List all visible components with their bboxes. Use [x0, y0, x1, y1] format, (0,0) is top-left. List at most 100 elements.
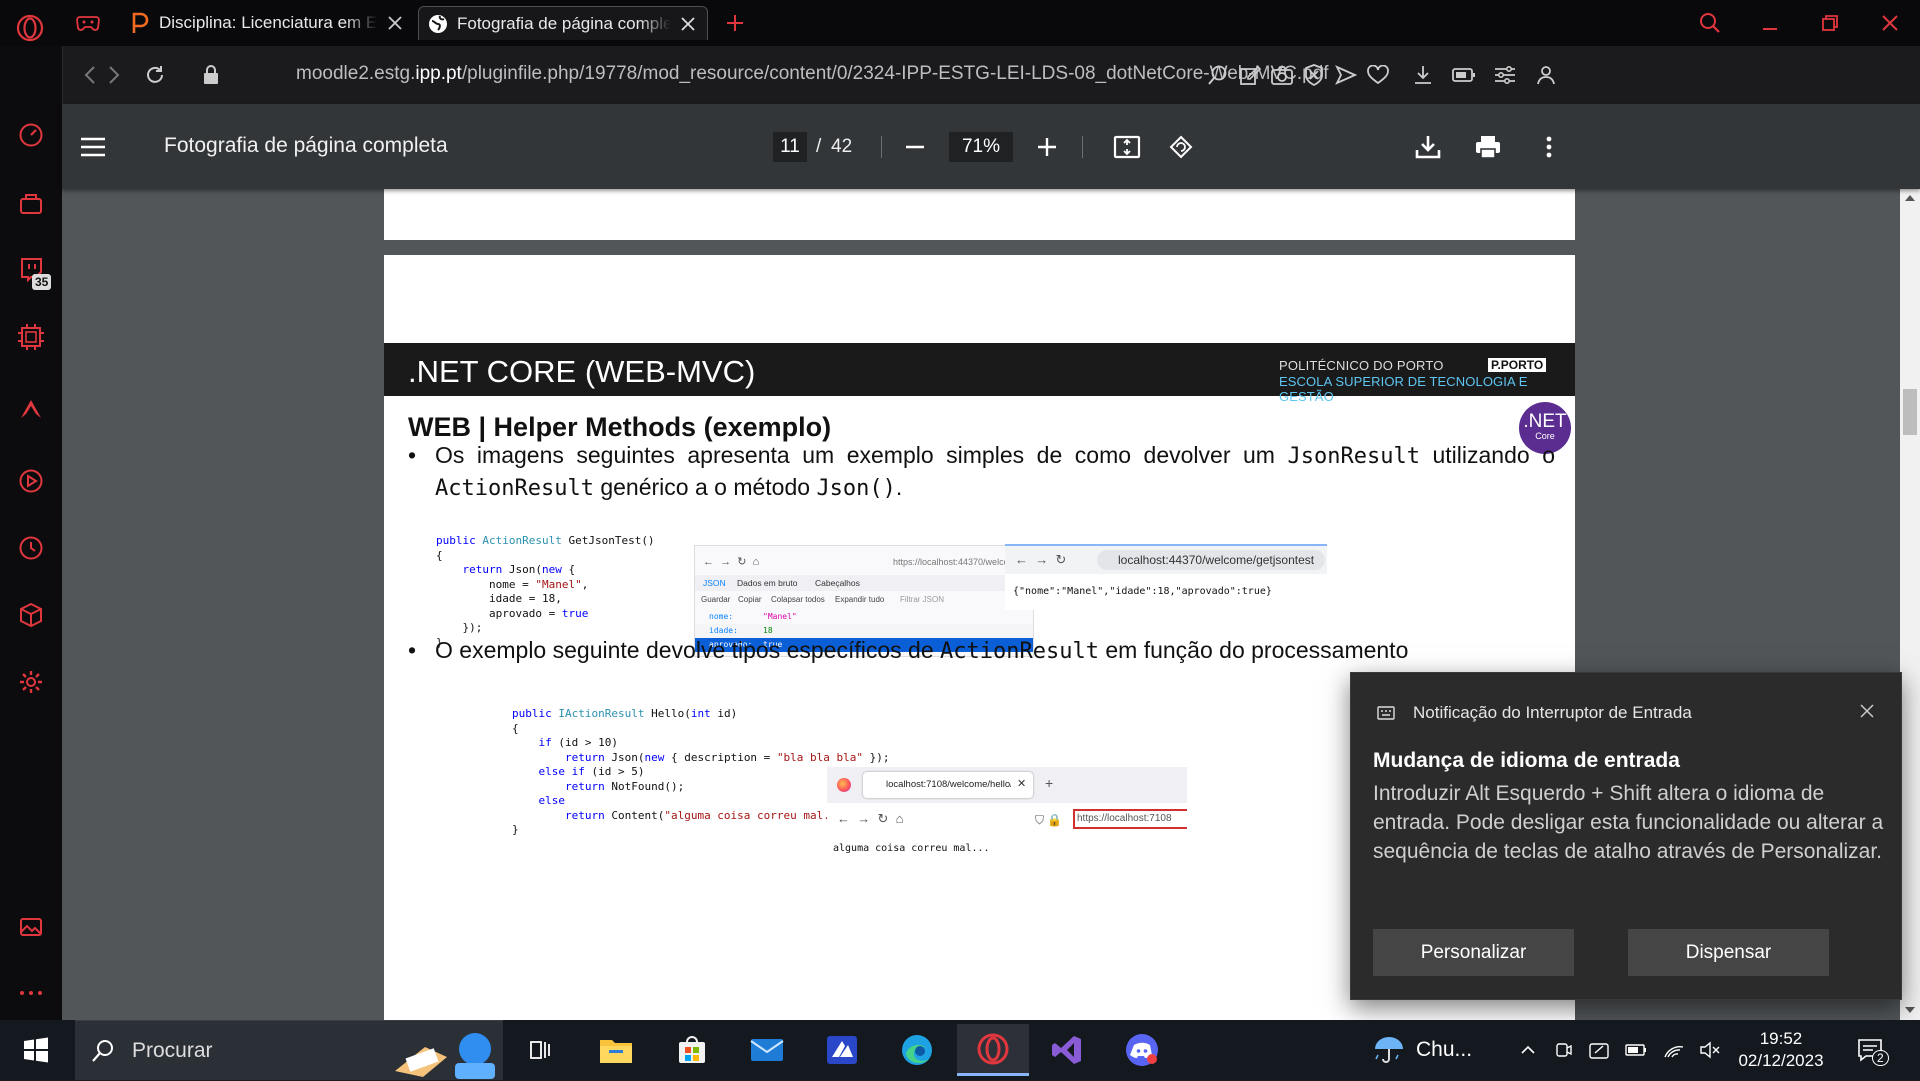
weather-widget[interactable]: Chu... [1372, 1020, 1482, 1080]
menu-hamburger-icon[interactable] [74, 128, 112, 166]
more-options-icon[interactable] [1530, 128, 1568, 166]
shopping-bag-icon[interactable] [12, 184, 50, 222]
bullet-1-text: Os imagens seguintes apresenta um exempl… [435, 442, 1556, 501]
umbrella-rain-icon [1372, 1035, 1406, 1065]
vertical-scrollbar[interactable] [1900, 189, 1920, 1020]
input-switch-notification[interactable]: Notificação do Interruptor de Entrada Mu… [1350, 672, 1902, 1000]
settings-gear-icon[interactable] [12, 663, 50, 701]
scroll-up-icon[interactable] [1905, 195, 1915, 201]
slide-subtitle: WEB | Helper Methods (exemplo) [408, 412, 832, 442]
bullet-1: • Os imagens seguintes apresenta um exem… [408, 440, 1558, 501]
show-hidden-icons-chevron-icon[interactable] [1516, 1020, 1540, 1080]
pdf-title: Fotografia de página completa [164, 134, 448, 157]
scroll-down-icon[interactable] [1905, 1007, 1915, 1013]
speed-dial-icon[interactable] [12, 116, 50, 154]
new-tab-plus-icon[interactable] [720, 8, 750, 38]
close-window-icon[interactable] [1868, 4, 1912, 42]
notification-count: 2 [1872, 1050, 1889, 1066]
search-label: Procurar [132, 1039, 213, 1062]
snapshot-camera-icon[interactable] [1267, 60, 1297, 90]
app-monitor-icon[interactable] [810, 1024, 874, 1076]
close-tab-icon[interactable] [384, 12, 406, 34]
gx-control-icon[interactable] [73, 8, 103, 38]
slide-title: .NET CORE (WEB-MVC) [408, 354, 756, 389]
rotate-icon[interactable] [1162, 128, 1200, 166]
profile-icon[interactable] [1531, 60, 1561, 90]
wifi-icon[interactable] [1660, 1020, 1688, 1080]
meet-icon[interactable] [1552, 1020, 1576, 1080]
visual-studio-icon[interactable] [1035, 1024, 1099, 1076]
windows-start-icon[interactable] [4, 1024, 68, 1076]
minimize-icon[interactable] [1748, 4, 1792, 42]
snip-tool-icon[interactable] [1586, 1020, 1612, 1080]
close-tab-icon[interactable] [677, 13, 699, 35]
brand-line-1: POLITÉCNICO DO PORTO [1279, 358, 1444, 373]
file-explorer-icon[interactable] [584, 1024, 648, 1076]
history-clock-icon[interactable] [12, 529, 50, 567]
heart-icon[interactable] [1363, 60, 1393, 90]
reload-icon[interactable] [140, 60, 170, 90]
notification-body: Introduzir Alt Esquerdo + Shift altera o… [1373, 782, 1884, 863]
globe-icon [427, 13, 449, 35]
mail-icon[interactable] [735, 1024, 799, 1076]
volume-muted-icon[interactable] [1696, 1020, 1724, 1080]
ad-blocker-shield-icon[interactable] [1299, 60, 1329, 90]
dismiss-button[interactable]: Dispensar [1628, 929, 1829, 976]
print-icon[interactable] [1469, 128, 1507, 166]
pporto-logo: P.PORTO [1488, 358, 1547, 372]
forward-icon[interactable] [99, 60, 129, 90]
opera-sidebar: 35 [0, 46, 62, 1020]
tab-search-icon[interactable] [1688, 4, 1732, 42]
zoom-out-icon[interactable] [896, 128, 934, 166]
downloads-icon[interactable] [1408, 60, 1438, 90]
restore-icon[interactable] [1808, 4, 1852, 42]
notifications-icon[interactable]: 2 [1850, 1020, 1890, 1080]
aria-ai-icon[interactable] [12, 390, 50, 428]
page-number-input[interactable]: 11 [773, 132, 807, 162]
gallery-icon[interactable] [12, 908, 50, 946]
easy-setup-icon[interactable] [1490, 60, 1520, 90]
bullet-dot: • [408, 442, 417, 468]
microsoft-store-icon[interactable] [660, 1024, 724, 1076]
previous-page [384, 189, 1575, 240]
extensions-cube-icon[interactable] [12, 596, 50, 634]
opera-taskbar-icon[interactable] [957, 1024, 1029, 1076]
close-notification-icon[interactable] [1859, 703, 1875, 719]
zoom-input[interactable]: 71% [949, 132, 1013, 162]
scroll-thumb[interactable] [1903, 389, 1917, 435]
ram-limiter-icon[interactable] [12, 318, 50, 356]
slide-header: .NET CORE (WEB-MVC) POLITÉCNICO DO PORTO… [384, 343, 1575, 404]
browser-tab-bar: Disciplina: Licenciatura em Engenharia I… [0, 0, 1920, 46]
taskbar-search[interactable]: Procurar [75, 1020, 503, 1080]
keyboard-icon [1377, 706, 1395, 720]
weather-text: Chu... [1416, 1038, 1473, 1061]
screenshot-firefox-hello: localhost:7108/welcome/hello/ ✕ + ← → ↻ … [827, 767, 1187, 867]
shot3-tab: localhost:7108/welcome/hello/ [886, 779, 1011, 790]
bullet-dot: • [408, 637, 417, 663]
fit-page-icon[interactable] [1108, 128, 1146, 166]
search-page-icon[interactable] [1203, 60, 1233, 90]
edit-icon[interactable] [1235, 60, 1265, 90]
customize-button[interactable]: Personalizar [1373, 929, 1574, 976]
lock-icon[interactable] [196, 60, 226, 90]
send-icon[interactable] [1331, 60, 1361, 90]
discord-icon[interactable] [1110, 1024, 1174, 1076]
battery-icon[interactable] [1622, 1020, 1650, 1080]
zoom-in-icon[interactable] [1028, 128, 1066, 166]
task-view-icon[interactable] [508, 1024, 572, 1076]
edge-icon[interactable] [885, 1024, 949, 1076]
page-separator: / [816, 136, 822, 157]
search-highlight-illustration-icon [385, 1027, 497, 1081]
player-icon[interactable] [12, 462, 50, 500]
tab-fotografia-pagina[interactable]: Fotografia de página completa [418, 6, 708, 40]
more-dots-icon[interactable] [12, 974, 50, 1012]
system-clock[interactable]: 19:52 02/12/2023 [1736, 1028, 1826, 1072]
screenshot-raw-json-browser: ← → ↻ localhost:44370/welcome/getjsontes… [1005, 544, 1327, 610]
toolbar-divider [881, 136, 882, 158]
download-icon[interactable] [1409, 128, 1447, 166]
clock-date: 02/12/2023 [1738, 1051, 1824, 1070]
battery-saver-icon[interactable] [1449, 60, 1479, 90]
url-text[interactable]: moodle2.estg.ipp.pt/pluginfile.php/19778… [296, 63, 1329, 85]
bullet-2: • O exemplo seguinte devolve tipos espec… [408, 635, 1558, 665]
tab-disciplina[interactable]: Disciplina: Licenciatura em Engenharia I… [125, 6, 410, 40]
